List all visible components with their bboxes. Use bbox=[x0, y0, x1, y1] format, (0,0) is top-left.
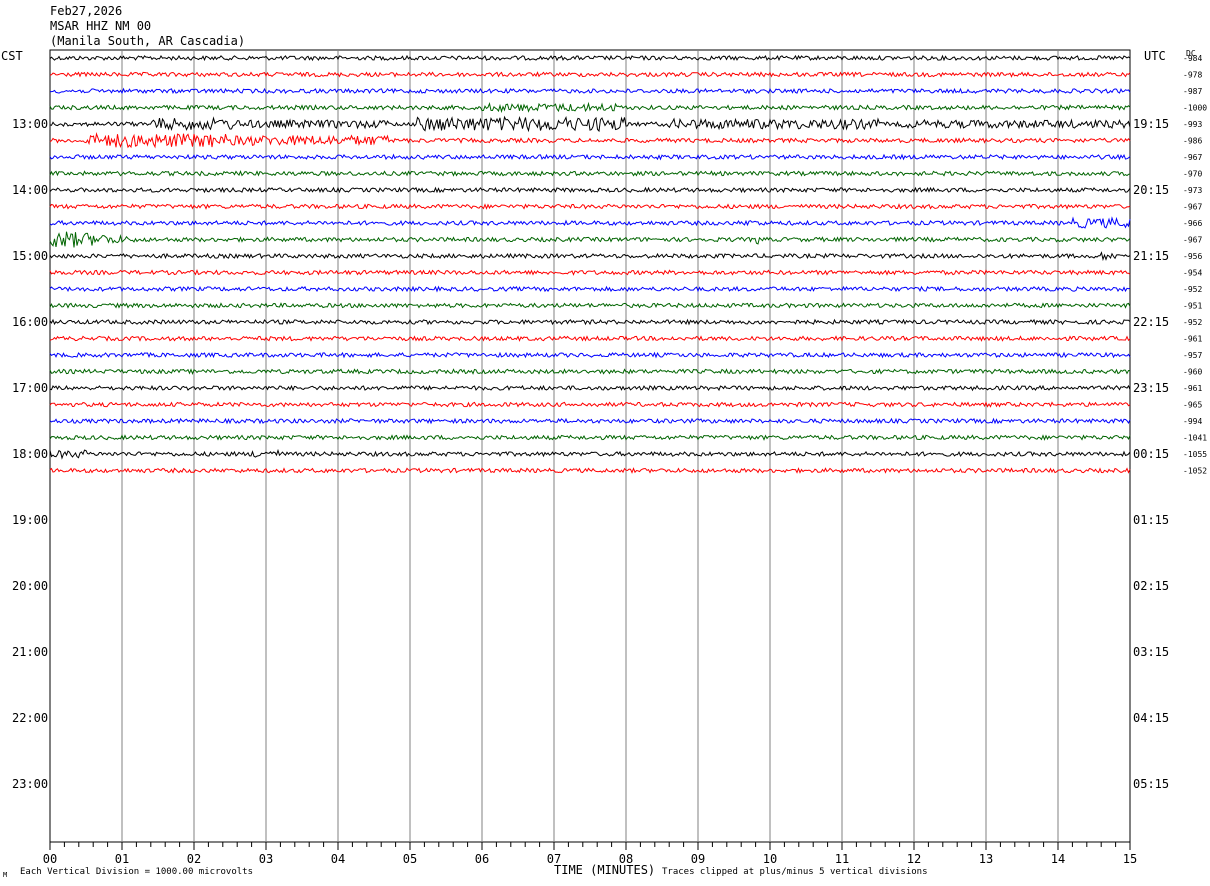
dc-offset-value: -1055 bbox=[1183, 450, 1207, 459]
dc-offset-value: -1052 bbox=[1183, 467, 1207, 476]
trace-row bbox=[49, 302, 1131, 309]
seismic-traces bbox=[49, 54, 1131, 474]
dc-offset-value: -967 bbox=[1183, 236, 1202, 245]
trace-row bbox=[49, 87, 1131, 95]
trace-row bbox=[49, 251, 1131, 262]
right-hour-label: 00:15 bbox=[1133, 447, 1169, 461]
x-tick-label: 15 bbox=[1123, 852, 1137, 866]
right-hour-label: 03:15 bbox=[1133, 645, 1169, 659]
dc-offset-value: -952 bbox=[1183, 285, 1202, 294]
trace-row bbox=[49, 448, 1131, 460]
dc-offset-value: -994 bbox=[1183, 417, 1202, 426]
dc-offset-value: -973 bbox=[1183, 186, 1202, 195]
left-hour-label: 23:00 bbox=[12, 777, 48, 791]
dc-offset-value: -956 bbox=[1183, 252, 1202, 261]
right-hour-label: 01:15 bbox=[1133, 513, 1169, 527]
left-hour-label: 13:00 bbox=[12, 117, 48, 131]
plot-frame bbox=[49, 49, 1131, 843]
trace-row bbox=[49, 285, 1131, 293]
trace-row bbox=[49, 115, 1131, 133]
minute-grid bbox=[121, 50, 1059, 842]
x-tick-label: 11 bbox=[835, 852, 849, 866]
dc-offset-value: -987 bbox=[1183, 87, 1202, 96]
trace-row bbox=[49, 101, 1131, 114]
trace-row bbox=[49, 335, 1131, 342]
x-tick-label: 12 bbox=[907, 852, 921, 866]
x-tick-label: 14 bbox=[1051, 852, 1065, 866]
trace-row bbox=[49, 71, 1131, 78]
left-hour-label: 15:00 bbox=[12, 249, 48, 263]
dc-offset-value: -961 bbox=[1183, 335, 1202, 344]
right-hour-label: 19:15 bbox=[1133, 117, 1169, 131]
x-tick-label: 10 bbox=[763, 852, 777, 866]
trace-row bbox=[49, 351, 1131, 359]
right-hour-label: 20:15 bbox=[1133, 183, 1169, 197]
x-tick-label: 02 bbox=[187, 852, 201, 866]
x-axis-label: TIME (MINUTES) bbox=[554, 863, 656, 877]
trace-row bbox=[49, 153, 1131, 161]
x-tick-label: 05 bbox=[403, 852, 417, 866]
trace-row bbox=[49, 318, 1131, 326]
right-hour-label: 02:15 bbox=[1133, 579, 1169, 593]
trace-row bbox=[49, 216, 1131, 229]
scale-note: Each Vertical Division = 1000.00 microvo… bbox=[20, 867, 253, 877]
clip-note: Traces clipped at plus/minus 5 vertical … bbox=[662, 867, 928, 877]
trace-row bbox=[49, 384, 1131, 392]
trace-row bbox=[49, 434, 1131, 441]
trace-row bbox=[49, 54, 1131, 62]
trace-row bbox=[49, 417, 1131, 425]
right-hour-label: 22:15 bbox=[1133, 315, 1169, 329]
right-hour-label: 05:15 bbox=[1133, 777, 1169, 791]
dc-offset-value: -966 bbox=[1183, 219, 1202, 228]
hour-labels: 13:00 14:00 15:00 16:00 17:00 18:00 19:00 20:00… bbox=[12, 117, 1169, 791]
trace-row bbox=[49, 467, 1131, 474]
dc-offset-value: -952 bbox=[1183, 318, 1202, 327]
right-hour-label: 21:15 bbox=[1133, 249, 1169, 263]
left-hour-label: 16:00 bbox=[12, 315, 48, 329]
dc-offset-value: -960 bbox=[1183, 368, 1202, 377]
right-hour-label: 04:15 bbox=[1133, 711, 1169, 725]
dc-offset-value: -986 bbox=[1183, 137, 1202, 146]
x-tick-label: 03 bbox=[259, 852, 273, 866]
dc-offset-value: -1041 bbox=[1183, 434, 1207, 443]
right-hour-label: 23:15 bbox=[1133, 381, 1169, 395]
helicorder-plot: 00 01 02 03 04 05 06 07 08 09 10 11 12 13 14 15 13:0014… bbox=[12, 49, 1207, 866]
left-hour-label: 22:00 bbox=[12, 711, 48, 725]
trace-row bbox=[49, 131, 1131, 149]
dc-offset-value: -954 bbox=[1183, 269, 1202, 278]
x-tick-label: 06 bbox=[475, 852, 489, 866]
dc-offset-value: -984 bbox=[1183, 54, 1202, 63]
x-tick-label: 13 bbox=[979, 852, 993, 866]
dc-offset-value: -957 bbox=[1183, 351, 1202, 360]
x-tick-label: 01 bbox=[115, 852, 129, 866]
dc-offset-value: -961 bbox=[1183, 384, 1202, 393]
dc-offset-value: -951 bbox=[1183, 302, 1202, 311]
dc-offset-value: -978 bbox=[1183, 71, 1202, 80]
left-hour-label: 17:00 bbox=[12, 381, 48, 395]
trace-row bbox=[49, 186, 1131, 194]
dc-offset-values: -984 -978 -987 -1000 -993 -986 -967 -970 -973 -96… bbox=[1183, 54, 1207, 476]
dc-offset-value: -967 bbox=[1183, 153, 1202, 162]
left-hour-label: 14:00 bbox=[12, 183, 48, 197]
dc-offset-value: -965 bbox=[1183, 401, 1202, 410]
dc-offset-value: -970 bbox=[1183, 170, 1202, 179]
x-tick-label: 04 bbox=[331, 852, 345, 866]
dc-offset-value: -993 bbox=[1183, 120, 1202, 129]
left-hour-label: 21:00 bbox=[12, 645, 48, 659]
x-tick-label: 09 bbox=[691, 852, 705, 866]
trace-row bbox=[49, 368, 1131, 375]
x-tick-label: 00 bbox=[43, 852, 57, 866]
left-hour-label: 20:00 bbox=[12, 579, 48, 593]
trace-row bbox=[49, 268, 1131, 276]
left-hour-label: 18:00 bbox=[12, 447, 48, 461]
trace-row bbox=[49, 170, 1131, 177]
dc-offset-value: -1000 bbox=[1183, 104, 1207, 113]
trace-row bbox=[49, 401, 1131, 408]
dc-offset-value: -967 bbox=[1183, 203, 1202, 212]
corner-mark: M bbox=[3, 871, 8, 879]
trace-row bbox=[49, 203, 1131, 210]
trace-row bbox=[49, 231, 1131, 248]
left-hour-label: 19:00 bbox=[12, 513, 48, 527]
